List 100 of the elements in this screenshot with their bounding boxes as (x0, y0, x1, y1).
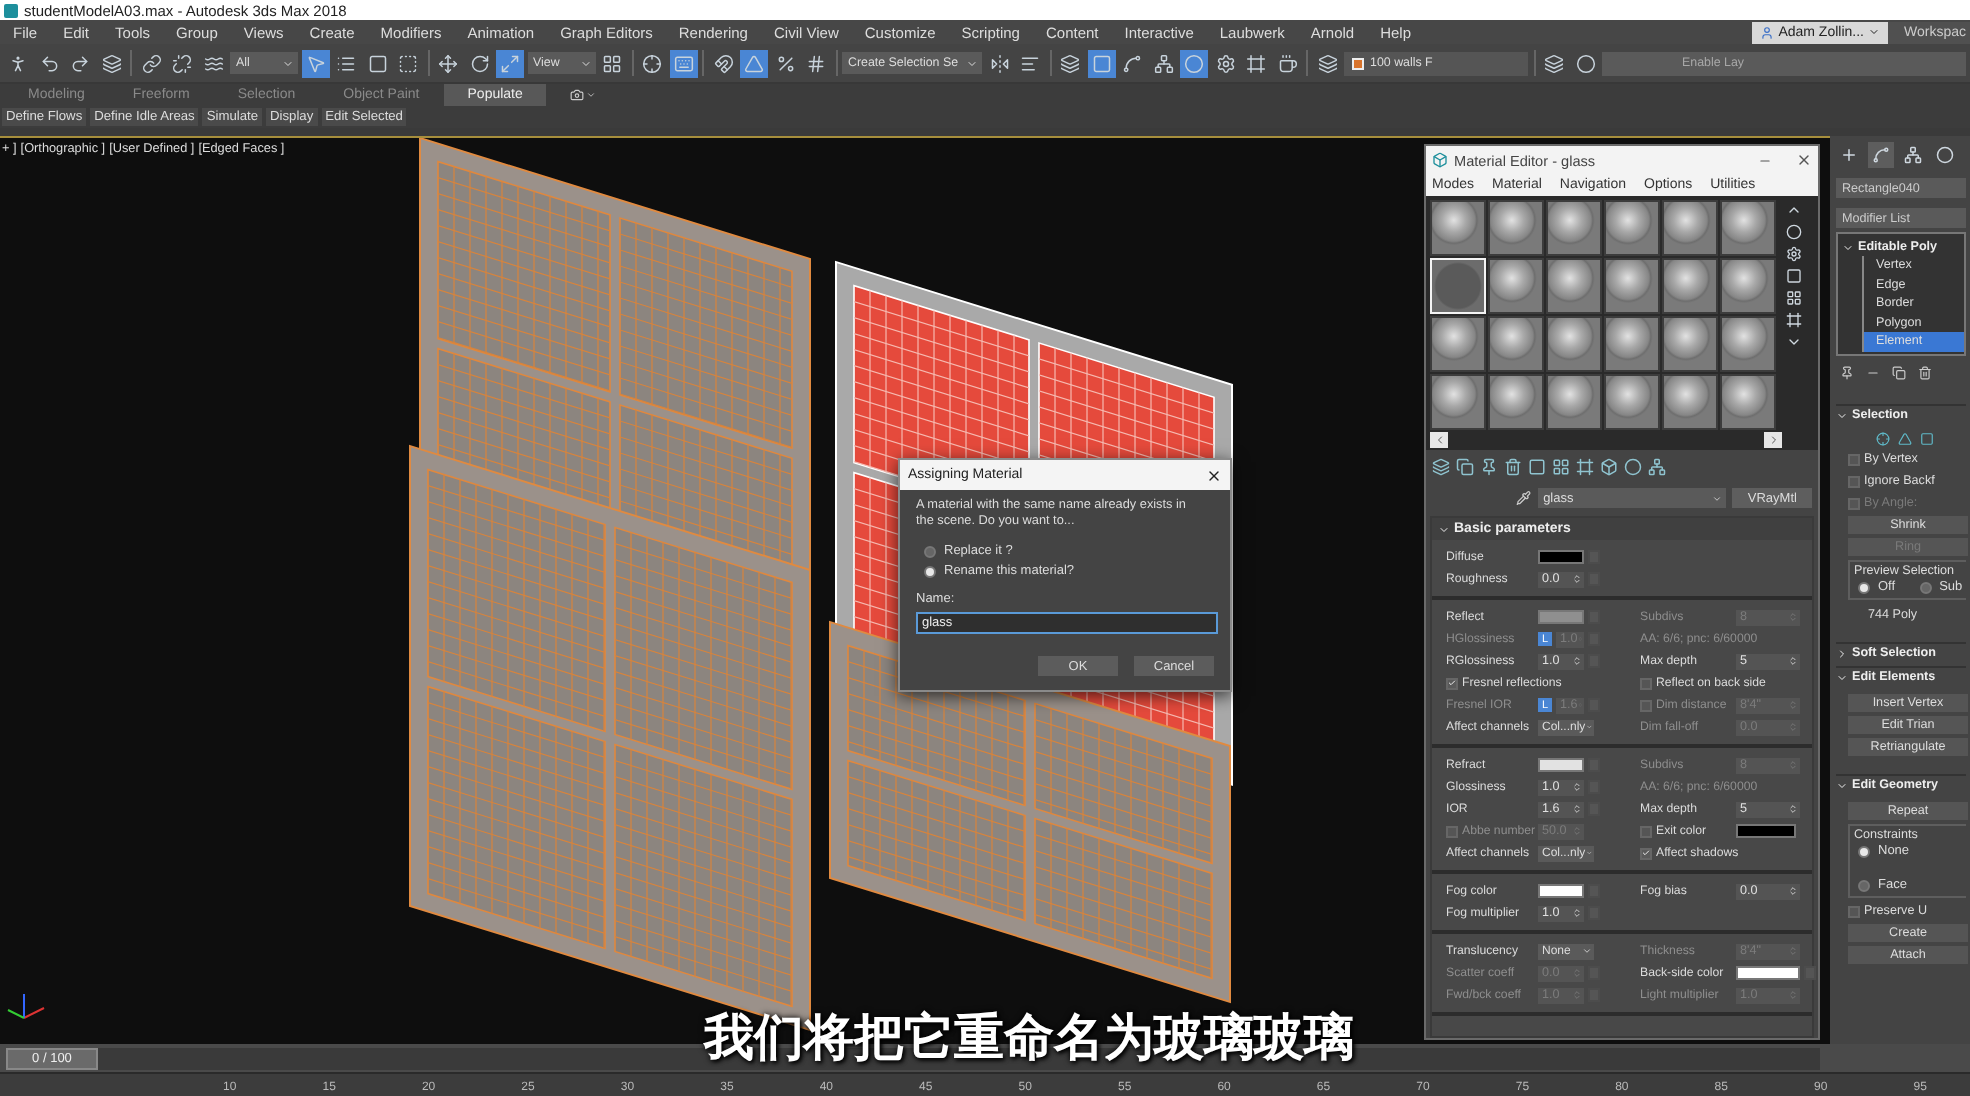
toolbar-button[interactable] (1242, 49, 1271, 77)
scroll-down-icon[interactable] (1786, 334, 1802, 350)
vertex-icon[interactable] (1876, 432, 1890, 446)
material-sample-slot[interactable] (1430, 374, 1486, 430)
material-sample-slot[interactable] (1546, 200, 1602, 256)
color-swatch[interactable] (1538, 884, 1584, 898)
layers-icon[interactable] (1432, 458, 1450, 476)
caret-icon[interactable] (1836, 409, 1848, 421)
material-sample-slot[interactable] (1662, 374, 1718, 430)
material-sample-slot[interactable] (1720, 258, 1776, 314)
square-icon[interactable] (1786, 268, 1802, 284)
toolbar-button[interactable] (97, 49, 125, 77)
toolbar-button[interactable] (168, 49, 196, 77)
caret-icon[interactable] (1438, 523, 1450, 535)
sphere-icon[interactable] (1624, 458, 1642, 476)
material-sample-slot[interactable] (1488, 374, 1544, 430)
material-sample-slot[interactable] (1488, 200, 1544, 256)
material-sample-slot[interactable] (1488, 316, 1544, 372)
checkbox[interactable] (1848, 453, 1860, 465)
caret-icon[interactable] (586, 90, 597, 100)
settings-icon[interactable] (1786, 246, 1802, 262)
toolbar-button[interactable] (669, 49, 697, 77)
checkbox[interactable] (1446, 677, 1458, 689)
toolbar-button[interactable] (1313, 49, 1342, 77)
color-swatch[interactable] (1538, 758, 1584, 772)
toolbar-button[interactable] (137, 49, 165, 77)
cube-icon[interactable] (1600, 458, 1618, 476)
close-icon[interactable] (1206, 467, 1222, 483)
radio-button[interactable] (1858, 581, 1870, 593)
radio-button[interactable] (1858, 879, 1870, 891)
frame-icon[interactable] (1786, 312, 1802, 328)
checkbox[interactable] (1640, 847, 1652, 859)
caret-icon[interactable] (1836, 779, 1848, 791)
radio-button[interactable] (1919, 581, 1932, 593)
toolbar-button[interactable] (434, 49, 462, 77)
color-swatch[interactable] (1538, 550, 1584, 564)
color-swatch[interactable] (1736, 966, 1800, 980)
radio-button[interactable] (924, 565, 936, 577)
material-sample-slot[interactable] (1662, 258, 1718, 314)
toolbar-button[interactable] (740, 49, 768, 77)
grid-icon[interactable] (1552, 458, 1570, 476)
material-sample-slot[interactable] (1604, 200, 1660, 256)
toolbar-button[interactable] (638, 49, 666, 77)
close-icon[interactable] (1796, 152, 1812, 168)
toolbar-button[interactable] (709, 49, 737, 77)
material-sample-slot[interactable] (1720, 200, 1776, 256)
material-sample-slot[interactable] (1546, 374, 1602, 430)
trash-icon[interactable] (1918, 365, 1932, 379)
trash-icon[interactable] (1504, 458, 1522, 476)
material-sample-slot[interactable] (1604, 374, 1660, 430)
pin-icon[interactable] (1480, 458, 1498, 476)
toolbar-button[interactable] (301, 49, 329, 77)
color-swatch[interactable] (1538, 610, 1584, 624)
radio-button[interactable] (1858, 845, 1870, 857)
square-icon[interactable] (1528, 458, 1546, 476)
material-sample-slot[interactable] (1720, 316, 1776, 372)
toolbar-button[interactable] (1056, 49, 1085, 77)
material-sample-slot[interactable] (1604, 316, 1660, 372)
square-icon[interactable] (1920, 432, 1934, 446)
toolbar-button[interactable] (1149, 49, 1178, 77)
copy-icon[interactable] (1892, 365, 1906, 379)
checkbox[interactable] (1640, 825, 1652, 837)
material-sample-slot[interactable] (1546, 258, 1602, 314)
material-sample-slot[interactable] (1430, 316, 1486, 372)
panel-tab[interactable] (1868, 141, 1894, 167)
toolbar-button[interactable] (496, 49, 524, 77)
waves-icon (203, 53, 223, 73)
eyedropper-icon[interactable] (1516, 490, 1532, 506)
color-swatch[interactable] (1736, 824, 1796, 838)
caret-icon[interactable] (1842, 241, 1854, 253)
grid-icon[interactable] (1786, 290, 1802, 306)
toolbar-button[interactable] (1087, 49, 1116, 77)
caret-icon[interactable] (1836, 647, 1848, 659)
toolbar-button[interactable] (1180, 49, 1209, 77)
spinner-arrows-icon (1788, 612, 1798, 622)
radio-button[interactable] (924, 545, 936, 557)
material-sample-slot[interactable] (1430, 200, 1486, 256)
network-icon[interactable] (1648, 458, 1666, 476)
material-sample-slot[interactable] (1488, 258, 1544, 314)
checkbox[interactable] (1848, 905, 1860, 917)
sphere-icon[interactable] (1786, 224, 1802, 240)
panel-tab[interactable] (1900, 141, 1926, 167)
material-sample-slot[interactable] (1546, 316, 1602, 372)
material-sample-slot[interactable] (1662, 316, 1718, 372)
camera-icon[interactable] (570, 88, 585, 102)
material-sample-slot[interactable] (1720, 374, 1776, 430)
toolbar-button[interactable] (1571, 49, 1600, 77)
caret-icon (579, 57, 591, 69)
scroll-up-icon[interactable] (1786, 202, 1802, 218)
panel-tab[interactable] (1932, 141, 1958, 167)
frame-icon[interactable] (1576, 458, 1594, 476)
checkbox[interactable] (1640, 677, 1652, 689)
toolbar-button[interactable] (1540, 49, 1569, 77)
copy-icon[interactable] (1456, 458, 1474, 476)
pin-icon[interactable] (1840, 365, 1854, 379)
checkbox[interactable] (1848, 475, 1860, 487)
triangle-icon[interactable] (1898, 432, 1912, 446)
material-sample-slot[interactable] (1662, 200, 1718, 256)
caret-icon[interactable] (1836, 671, 1848, 683)
material-sample-slot[interactable] (1604, 258, 1660, 314)
